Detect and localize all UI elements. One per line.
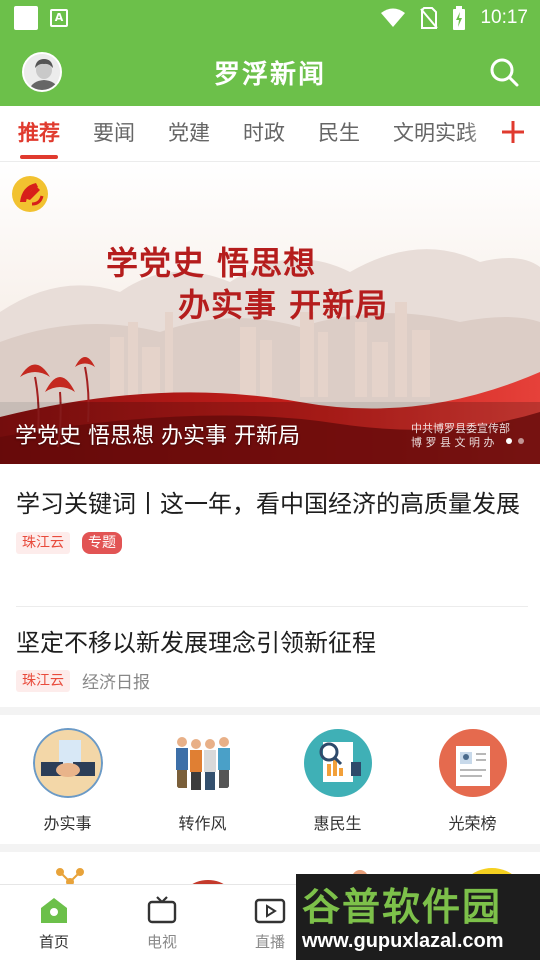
- banner-slogan-line1: 学党史 悟思想: [106, 244, 317, 282]
- grid-item-benefit-people[interactable]: 惠民生: [270, 716, 405, 844]
- grid-label: 惠民生: [313, 814, 362, 833]
- status-bar: A 10:17: [0, 0, 540, 36]
- source-tag: 珠江云: [16, 669, 70, 692]
- banner-carousel[interactable]: 学党史 悟思想 办实事 开新局 中共博罗县委宣传部 博 罗 县 文 明 办 学党…: [0, 162, 540, 464]
- tab-party-building[interactable]: 党建: [168, 106, 210, 161]
- feature-grid: 办实事 转作风 惠民生 光荣榜: [0, 716, 540, 844]
- status-time: 10:17: [480, 7, 528, 28]
- news-meta: 珠江云 经济日报: [16, 668, 528, 693]
- nav-label: 电视: [146, 933, 177, 951]
- tab-politics[interactable]: 时政: [243, 106, 285, 161]
- grid-item-do-things[interactable]: 办实事: [0, 716, 135, 844]
- live-icon: [254, 898, 286, 924]
- grid-item-honor-roll[interactable]: 光荣榜: [405, 716, 540, 844]
- wifi-icon: [381, 8, 406, 27]
- report-icon: [303, 728, 373, 798]
- divider: [16, 606, 528, 607]
- grid-label: 光荣榜: [448, 814, 497, 833]
- watermark-url: www.gupuxlazal.com: [302, 930, 504, 952]
- banner-credit-line1: 中共博罗县委宣传部: [411, 422, 510, 435]
- carousel-indicator: [506, 438, 524, 444]
- tabs-fade: [464, 106, 504, 161]
- tab-recommend[interactable]: 推荐: [18, 106, 60, 161]
- publisher-name: 经济日报: [82, 673, 150, 693]
- news-meta: 珠江云 专题: [16, 532, 528, 554]
- search-icon[interactable]: [488, 56, 520, 88]
- banner-credit: 中共博罗县委宣传部 博 罗 县 文 明 办: [411, 422, 510, 450]
- banner-slogan-line2: 办实事 开新局: [178, 286, 389, 324]
- news-title: 坚定不移以新发展理念引领新征程: [16, 629, 376, 657]
- people-icon: [167, 728, 238, 798]
- honor-icon: [438, 728, 508, 798]
- carousel-dot-active: [506, 438, 512, 444]
- nav-label: 首页: [38, 933, 69, 951]
- watermark: 谷普软件园 www.gupuxlazal.com: [296, 874, 540, 960]
- app-a-icon: A: [50, 9, 68, 27]
- notification-square-icon: [14, 6, 38, 30]
- grid-item-improve-style[interactable]: 转作风: [135, 716, 270, 844]
- banner-credit-line2: 博 罗 县 文 明 办: [411, 436, 495, 449]
- handshake-icon: [32, 728, 103, 798]
- news-item[interactable]: 坚定不移以新发展理念引领新征程 珠江云 经济日报: [16, 620, 528, 693]
- battery-charging-icon: [453, 6, 466, 30]
- nav-home[interactable]: 首页: [0, 885, 108, 960]
- carousel-dot: [518, 438, 524, 444]
- news-title: 学习关键词丨这一年，看中国经济的高质量发展: [16, 490, 520, 518]
- tv-icon: [147, 896, 177, 924]
- news-item[interactable]: 学习关键词丨这一年，看中国经济的高质量发展 珠江云 专题: [16, 478, 528, 554]
- source-tag: 珠江云: [16, 532, 70, 554]
- app-header: 罗浮新闻: [0, 36, 540, 106]
- tab-livelihood[interactable]: 民生: [318, 106, 360, 161]
- tab-headlines[interactable]: 要闻: [93, 106, 135, 161]
- home-icon: [41, 898, 67, 923]
- banner-caption: 学党史 悟思想 办实事 开新局: [15, 424, 300, 449]
- topic-tag: 专题: [82, 532, 122, 554]
- section-divider: [0, 844, 540, 852]
- watermark-title: 谷普软件园: [302, 885, 503, 929]
- nav-tv[interactable]: 电视: [108, 885, 216, 960]
- category-tabs: 推荐 要闻 党建 时政 民生 文明实践: [0, 106, 540, 162]
- app-title: 罗浮新闻: [213, 60, 326, 90]
- add-channel-icon[interactable]: [500, 119, 526, 145]
- grid-label: 办实事: [43, 814, 92, 833]
- section-divider: [0, 707, 540, 715]
- no-sim-icon: [420, 7, 439, 29]
- nav-label: 直播: [254, 933, 285, 951]
- grid-label: 转作风: [178, 814, 227, 833]
